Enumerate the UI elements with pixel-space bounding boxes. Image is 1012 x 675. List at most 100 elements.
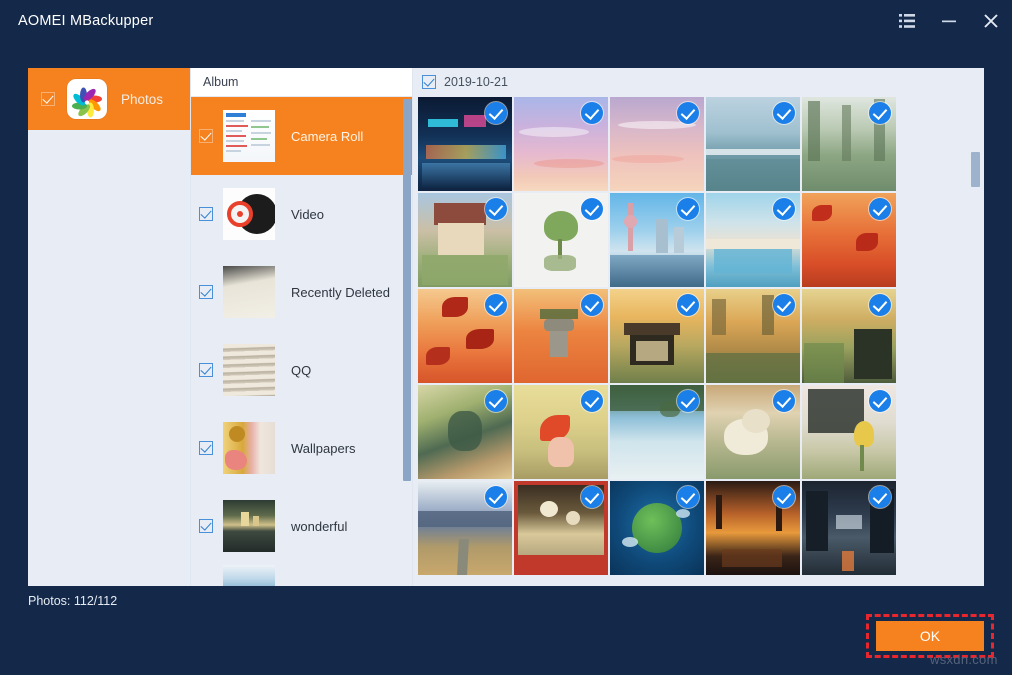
album-label: QQ	[291, 363, 311, 378]
album-label: Camera Roll	[291, 129, 363, 144]
photo-thumbnail[interactable]	[418, 193, 512, 287]
album-list: Camera Roll Video Recently Deleted	[191, 97, 412, 586]
photo-thumbnail[interactable]	[514, 289, 608, 383]
photo-checkmark-icon[interactable]	[677, 102, 699, 124]
photos-pinwheel-icon	[67, 79, 107, 119]
photo-thumbnail[interactable]	[610, 385, 704, 479]
album-item-recently-deleted[interactable]: Recently Deleted	[191, 253, 412, 331]
photo-checkmark-icon[interactable]	[677, 294, 699, 316]
close-icon[interactable]	[970, 0, 1012, 42]
photo-checkmark-icon[interactable]	[773, 102, 795, 124]
album-item-qq[interactable]: QQ	[191, 331, 412, 409]
title-bar: AOMEI MBackupper	[0, 0, 1012, 42]
source-panel: Photos	[28, 68, 190, 586]
photo-thumbnail[interactable]	[802, 193, 896, 287]
photo-checkmark-icon[interactable]	[869, 102, 891, 124]
photo-thumbnail[interactable]	[514, 385, 608, 479]
photo-checkmark-icon[interactable]	[869, 294, 891, 316]
photo-checkmark-icon[interactable]	[485, 198, 507, 220]
menu-list-icon[interactable]	[886, 0, 928, 42]
minimize-icon[interactable]	[928, 0, 970, 42]
photo-thumbnail[interactable]	[514, 97, 608, 191]
album-thumbnail	[223, 188, 275, 240]
album-label: Recently Deleted	[291, 285, 390, 300]
photo-checkmark-icon[interactable]	[773, 198, 795, 220]
photo-thumbnail[interactable]	[706, 289, 800, 383]
photo-checkmark-icon[interactable]	[485, 390, 507, 412]
album-checkbox[interactable]	[199, 363, 213, 377]
album-scrollbar[interactable]	[403, 99, 411, 481]
album-thumbnail	[223, 266, 275, 318]
photo-checkmark-icon[interactable]	[581, 198, 603, 220]
photo-thumbnail[interactable]	[802, 97, 896, 191]
sidebar-item-photos[interactable]: Photos	[28, 68, 190, 130]
album-checkbox[interactable]	[199, 441, 213, 455]
photo-checkmark-icon[interactable]	[581, 102, 603, 124]
album-checkbox[interactable]	[199, 285, 213, 299]
date-group-checkbox[interactable]	[422, 75, 436, 89]
photo-grid	[418, 97, 896, 575]
album-item-camera-roll[interactable]: Camera Roll	[191, 97, 412, 175]
photo-checkmark-icon[interactable]	[485, 102, 507, 124]
photo-checkmark-icon[interactable]	[581, 294, 603, 316]
photo-thumbnail[interactable]	[418, 97, 512, 191]
album-checkbox[interactable]	[199, 129, 213, 143]
photo-checkmark-icon[interactable]	[677, 486, 699, 508]
album-thumbnail	[223, 422, 275, 474]
photo-thumbnail[interactable]	[514, 481, 608, 575]
album-label: Wallpapers	[291, 441, 356, 456]
photo-thumbnail[interactable]	[514, 193, 608, 287]
photo-thumbnail[interactable]	[706, 385, 800, 479]
photo-checkmark-icon[interactable]	[869, 390, 891, 412]
content-area: Photos Album	[28, 68, 984, 586]
album-panel: Album	[190, 68, 412, 586]
photo-thumbnail[interactable]	[610, 289, 704, 383]
photo-checkmark-icon[interactable]	[677, 198, 699, 220]
photo-thumbnail[interactable]	[418, 385, 512, 479]
album-checkbox[interactable]	[199, 207, 213, 221]
photo-thumbnail[interactable]	[802, 481, 896, 575]
photo-checkmark-icon[interactable]	[869, 486, 891, 508]
photo-thumbnail[interactable]	[610, 97, 704, 191]
photo-checkmark-icon[interactable]	[581, 486, 603, 508]
photo-thumbnail[interactable]	[802, 385, 896, 479]
photo-thumbnail[interactable]	[706, 97, 800, 191]
photo-grid-panel: 2019-10-21	[412, 68, 984, 586]
photo-thumbnail[interactable]	[802, 289, 896, 383]
album-thumbnail	[223, 500, 275, 552]
photo-checkmark-icon[interactable]	[485, 486, 507, 508]
album-item-wonderful[interactable]: wonderful	[191, 487, 412, 565]
photo-thumbnail[interactable]	[418, 289, 512, 383]
photo-checkmark-icon[interactable]	[869, 198, 891, 220]
album-item-video[interactable]: Video	[191, 175, 412, 253]
photo-checkmark-icon[interactable]	[773, 294, 795, 316]
app-title: AOMEI MBackupper	[18, 13, 153, 29]
sidebar-item-label: Photos	[121, 92, 163, 107]
album-checkbox[interactable]	[199, 519, 213, 533]
photos-checkbox[interactable]	[41, 92, 55, 106]
album-header: Album	[191, 68, 412, 97]
album-label: Video	[291, 207, 324, 222]
photo-thumbnail[interactable]	[706, 481, 800, 575]
album-item-partial[interactable]	[191, 565, 412, 586]
photo-thumbnail[interactable]	[706, 193, 800, 287]
photo-checkmark-icon[interactable]	[485, 294, 507, 316]
album-item-wallpapers[interactable]: Wallpapers	[191, 409, 412, 487]
photo-checkmark-icon[interactable]	[677, 390, 699, 412]
album-thumbnail	[223, 110, 275, 162]
photo-checkmark-icon[interactable]	[773, 486, 795, 508]
photo-checkmark-icon[interactable]	[773, 390, 795, 412]
photo-thumbnail[interactable]	[610, 193, 704, 287]
window-controls	[886, 0, 1012, 42]
album-thumbnail	[223, 565, 275, 586]
photo-thumbnail[interactable]	[610, 481, 704, 575]
app-window: AOMEI MBackupper	[0, 0, 1012, 675]
photo-thumbnail[interactable]	[418, 481, 512, 575]
photo-grid-scrollbar[interactable]	[971, 152, 980, 187]
album-thumbnail	[223, 344, 275, 396]
photo-checkmark-icon[interactable]	[581, 390, 603, 412]
watermark: wsxdn.com	[930, 652, 998, 667]
status-text: Photos: 112/112	[28, 594, 117, 608]
ok-button[interactable]: OK	[876, 621, 984, 651]
date-group-label: 2019-10-21	[444, 75, 508, 89]
